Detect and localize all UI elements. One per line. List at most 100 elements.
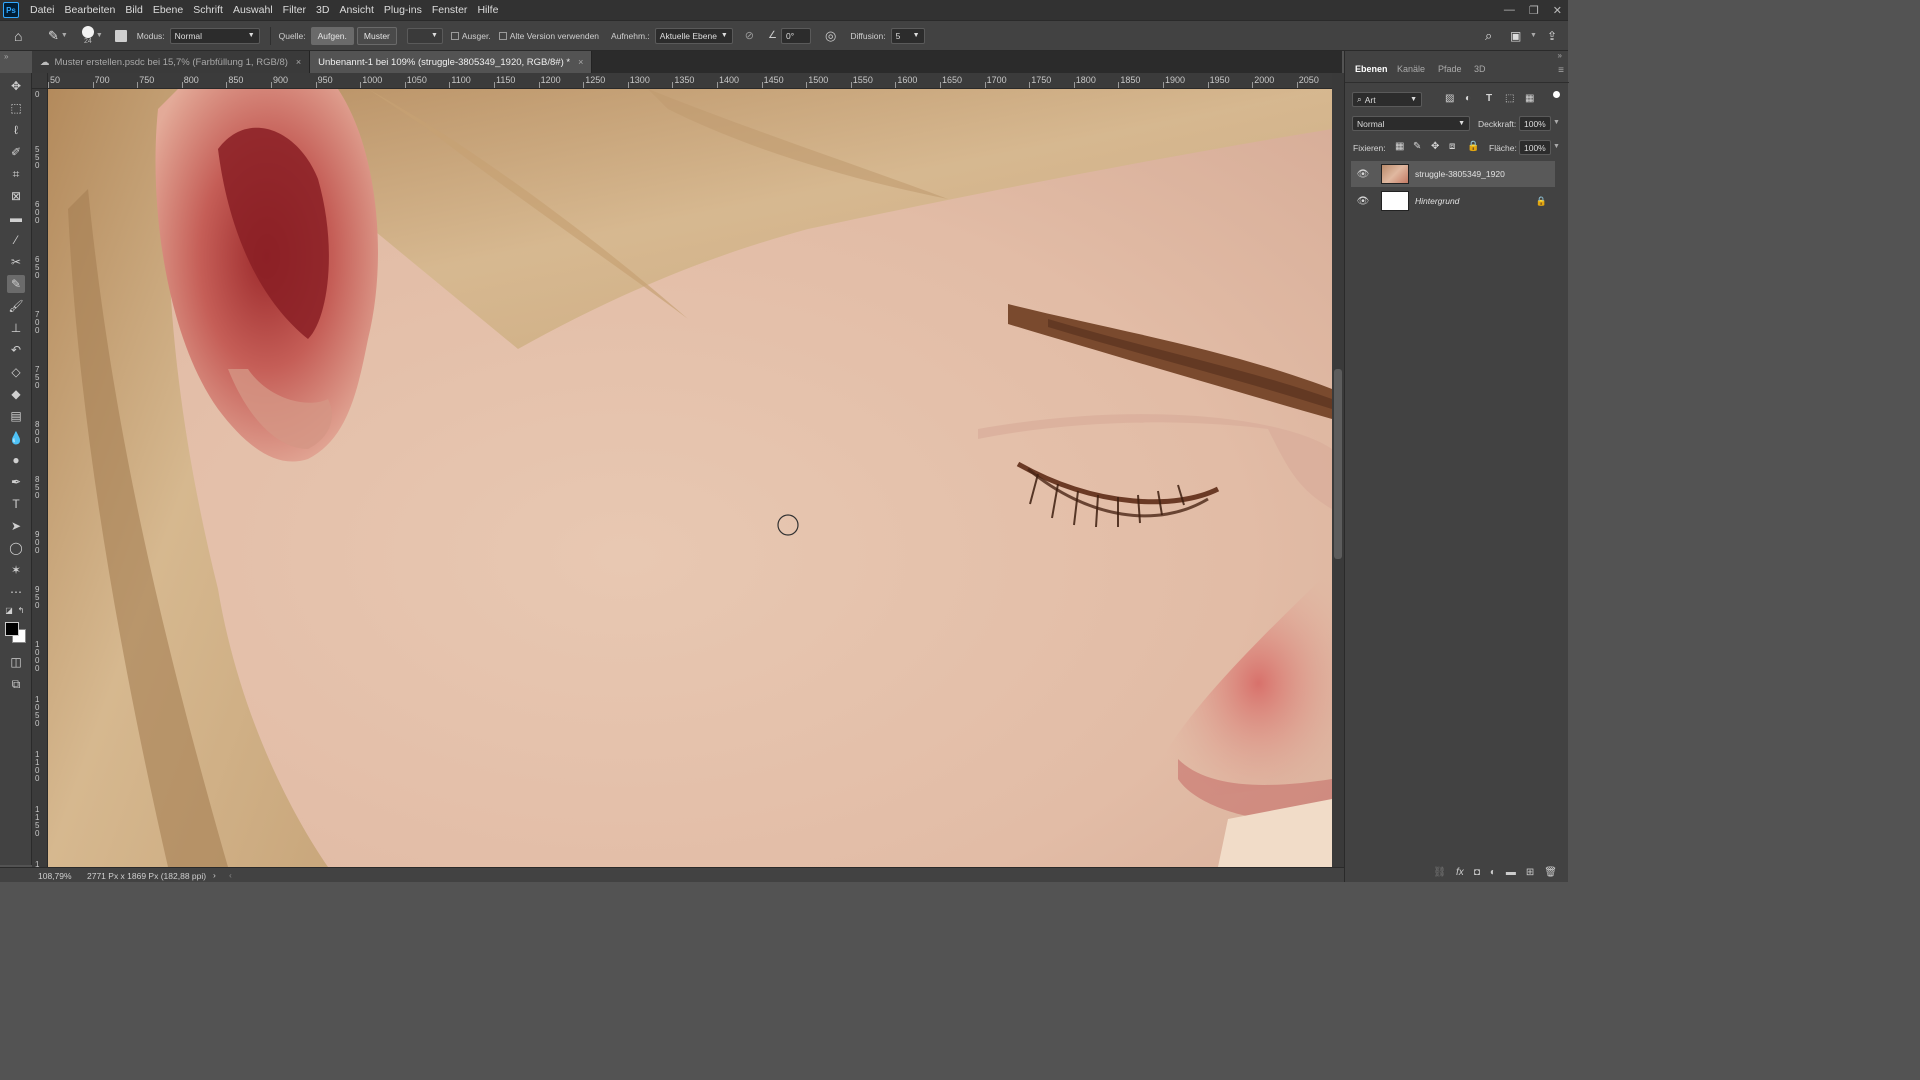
tab-muster-erstellen[interactable]: ☁ Muster erstellen.psdc bei 15,7% (Farbf…: [32, 51, 311, 73]
brush-tool-icon[interactable]: 🖌: [7, 297, 25, 315]
blur-tool-icon[interactable]: 💧: [7, 429, 25, 447]
menu-ansicht[interactable]: Ansicht: [334, 0, 378, 20]
opacity-field[interactable]: 100%: [1519, 116, 1551, 131]
menu-ebene[interactable]: Ebene: [148, 0, 188, 20]
tab-ebenen[interactable]: Ebenen: [1355, 64, 1388, 74]
new-group-icon[interactable]: ▬: [1506, 867, 1516, 878]
chevron-down-icon[interactable]: ▼: [61, 32, 68, 39]
image-canvas[interactable]: [48, 89, 1332, 867]
scroll-left-icon[interactable]: ‹: [229, 870, 232, 880]
panel-collapse-icon[interactable]: »: [1558, 51, 1562, 60]
lock-position-icon[interactable]: ✥: [1431, 141, 1439, 152]
link-layers-icon[interactable]: ⛓: [1433, 867, 1446, 878]
frame-tool-icon[interactable]: ⊠: [7, 187, 25, 205]
quick-selection-tool-icon[interactable]: ✐: [7, 143, 25, 161]
crop-tool-icon[interactable]: ⌗: [7, 165, 25, 183]
add-mask-icon[interactable]: ◘: [1474, 867, 1480, 878]
path-selection-tool-icon[interactable]: ➤: [7, 517, 25, 535]
brush-settings-icon[interactable]: [114, 29, 127, 42]
filter-shape-icon[interactable]: ⬚: [1505, 93, 1514, 104]
filter-pixel-icon[interactable]: ▨: [1445, 93, 1454, 104]
default-colors-icon[interactable]: ◪: [4, 605, 14, 615]
visibility-eye-icon[interactable]: 👁: [1355, 169, 1371, 180]
spot-healing-tool-icon[interactable]: ✎: [7, 275, 25, 293]
more-tools-icon[interactable]: ⋯: [7, 583, 25, 601]
ignore-adjustment-layers-icon[interactable]: ⊘: [745, 29, 754, 42]
filter-type-icon[interactable]: T: [1486, 93, 1492, 104]
horizontal-ruler[interactable]: 50 700 750 800 850 900 950 1000 1050 1100 1150 1200…: [48, 73, 1332, 89]
close-tab-icon[interactable]: ×: [578, 57, 583, 67]
menu-3d[interactable]: 3D: [311, 0, 334, 20]
menu-schrift[interactable]: Schrift: [188, 0, 228, 20]
history-brush-tool-icon[interactable]: ↶: [7, 341, 25, 359]
home-icon[interactable]: ⌂: [14, 28, 32, 44]
spot-healing-brush-icon[interactable]: ✎: [48, 28, 59, 44]
aufgen-button[interactable]: Aufgen.: [310, 26, 354, 45]
menu-datei[interactable]: Datei: [25, 0, 60, 20]
layer-row-struggle[interactable]: 👁 struggle-3805349_1920: [1351, 161, 1555, 187]
alte-version-checkbox[interactable]: Alte Version verwenden: [498, 31, 599, 41]
lasso-tool-icon[interactable]: ℓ: [7, 121, 25, 139]
ellipse-tool-icon[interactable]: ◯: [7, 539, 25, 557]
move-tool-icon[interactable]: ✥: [7, 77, 25, 95]
brush-preset-picker[interactable]: 24: [81, 26, 94, 45]
adjustment-layer-icon[interactable]: ◐: [1490, 867, 1496, 878]
angle-field[interactable]: 0°: [780, 27, 811, 44]
close-tab-icon[interactable]: ×: [296, 57, 301, 67]
share-icon[interactable]: ⇪: [1547, 29, 1557, 43]
chevron-down-icon[interactable]: ▼: [1553, 119, 1560, 126]
gradient-tool-icon[interactable]: ▤: [7, 407, 25, 425]
vertical-ruler[interactable]: 0 550 600 650 700 750 800 850 900 950 1000 1050 1100…: [32, 89, 48, 867]
lock-image-icon[interactable]: ✎: [1413, 141, 1421, 152]
status-menu-arrow-icon[interactable]: ›: [213, 870, 216, 880]
menu-bearbeiten[interactable]: Bearbeiten: [60, 0, 121, 20]
new-layer-icon[interactable]: ⊞: [1526, 867, 1534, 878]
fill-field[interactable]: 100%: [1519, 140, 1551, 155]
chevron-down-icon[interactable]: ▼: [1530, 32, 1537, 39]
workspace-icon[interactable]: ▣: [1510, 29, 1521, 43]
restore-icon[interactable]: ❐: [1529, 4, 1539, 17]
lock-artboard-icon[interactable]: ⧈: [1449, 141, 1455, 152]
menu-plugins[interactable]: Plug-ins: [379, 0, 427, 20]
custom-shape-tool-icon[interactable]: ✶: [7, 561, 25, 579]
chevron-down-icon[interactable]: ▼: [96, 32, 103, 39]
blend-mode-select[interactable]: Normal ▼: [1352, 116, 1470, 131]
lock-transparent-icon[interactable]: ▦: [1395, 141, 1404, 152]
menu-hilfe[interactable]: Hilfe: [472, 0, 503, 20]
layer-filter-select[interactable]: ⌕ Art ▼: [1352, 92, 1422, 107]
muster-button[interactable]: Muster: [356, 26, 397, 45]
type-tool-icon[interactable]: T: [7, 495, 25, 513]
panel-collapse-arrows[interactable]: »: [4, 52, 8, 61]
vertical-scrollbar[interactable]: [1332, 73, 1344, 867]
menu-filter[interactable]: Filter: [278, 0, 311, 20]
chevron-down-icon[interactable]: ▼: [1553, 143, 1560, 150]
foreground-color-swatch[interactable]: [5, 622, 19, 636]
tab-unbenannt-1[interactable]: Unbenannt-1 bei 109% (struggle-3805349_1…: [310, 51, 593, 73]
tab-pfade[interactable]: Pfade: [1438, 64, 1462, 74]
pattern-picker[interactable]: ▼: [406, 27, 443, 44]
layer-row-hintergrund[interactable]: 👁 Hintergrund 🔒: [1351, 188, 1555, 214]
clone-stamp-tool-icon[interactable]: ⊥: [7, 319, 25, 337]
marquee-tool-icon[interactable]: ⬚: [7, 99, 25, 117]
pen-tool-icon[interactable]: ✒: [7, 473, 25, 491]
modus-select[interactable]: Normal ▼: [169, 27, 260, 44]
layer-style-fx-icon[interactable]: fx: [1456, 867, 1464, 878]
screen-mode-icon[interactable]: ⧉: [7, 675, 25, 693]
menu-bild[interactable]: Bild: [120, 0, 148, 20]
tab-kanaele[interactable]: Kanäle: [1397, 64, 1425, 74]
dodge-tool-icon[interactable]: ●: [7, 451, 25, 469]
scissors-tool-icon[interactable]: ✂: [7, 253, 25, 271]
swap-colors-icon[interactable]: ↰: [16, 605, 26, 615]
pressure-size-icon[interactable]: ◎: [825, 28, 836, 44]
eyedropper-tool-icon[interactable]: ⁄: [7, 231, 25, 249]
zoom-level[interactable]: 108,79%: [38, 871, 72, 881]
quick-mask-icon[interactable]: ◫: [7, 653, 25, 671]
panel-menu-icon[interactable]: ≡: [1558, 65, 1564, 76]
visibility-eye-icon[interactable]: 👁: [1355, 196, 1371, 207]
filter-adjustment-icon[interactable]: ◐: [1465, 93, 1471, 104]
vertical-scrollbar-thumb[interactable]: [1334, 369, 1342, 559]
aufnehm-select[interactable]: Aktuelle Ebene ▼: [654, 27, 733, 44]
minimize-icon[interactable]: —: [1504, 4, 1515, 16]
ausger-checkbox[interactable]: Ausger.: [450, 31, 491, 41]
tab-3d[interactable]: 3D: [1474, 64, 1486, 74]
